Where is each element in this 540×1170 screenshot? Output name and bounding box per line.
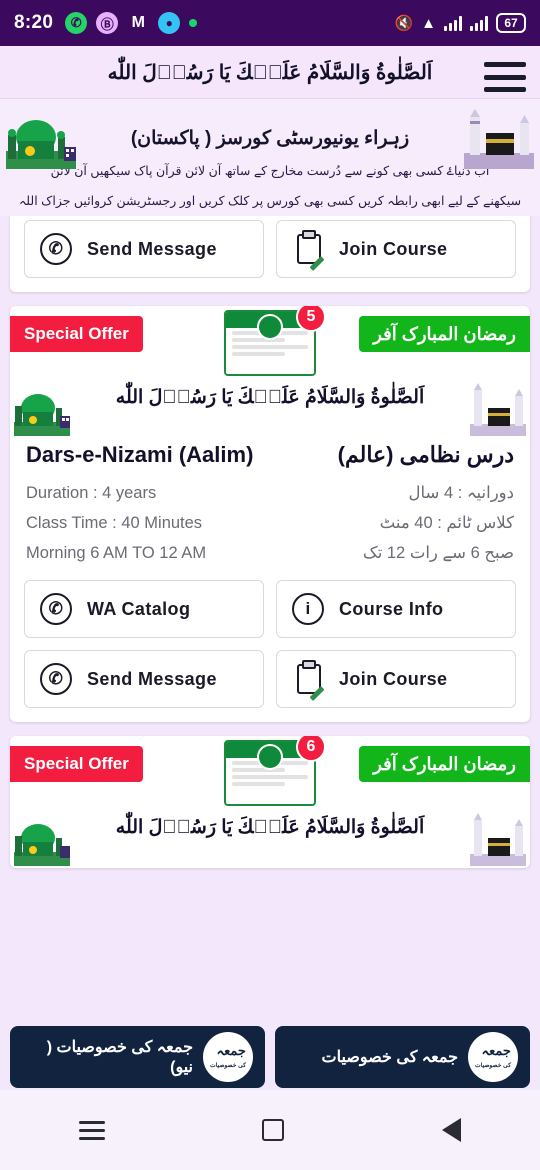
kaaba-icon bbox=[470, 383, 526, 436]
button-label: WA Catalog bbox=[87, 598, 191, 619]
gmail-icon: M bbox=[131, 14, 145, 31]
page-title: اَلصَّلٰوةُ وَالسَّلَامُ عَلَيۡكَ يَا رَ… bbox=[107, 62, 433, 84]
jumma-seal-icon: جمعہ کی خصوصیات bbox=[203, 1032, 253, 1082]
course-number-badge: 6 bbox=[296, 736, 326, 762]
send-message-button[interactable]: ✆ Send Message bbox=[24, 650, 264, 708]
mosque-icon bbox=[14, 824, 70, 866]
status-system-icons: 🔇 ▲ 67 bbox=[394, 13, 526, 33]
ramadan-offer-badge: رمضان المبارک آفر bbox=[359, 746, 530, 782]
mosque-icon bbox=[14, 394, 70, 436]
course-thumbnail[interactable]: 5 bbox=[224, 306, 326, 376]
button-label: Join Course bbox=[339, 668, 448, 689]
kaaba-icon bbox=[464, 109, 534, 169]
bottom-action-bar: جمعہ کی خصوصیات جمعہ کی خصوصیات ( نیو) ج… bbox=[0, 1024, 540, 1090]
app-header: اَلصَّلٰوةُ وَالسَّلَامُ عَلَيۡكَ يَا رَ… bbox=[0, 46, 540, 99]
status-notification-icons: ✆ Ⓑ M ● bbox=[65, 12, 198, 34]
whatsapp-icon: ✆ bbox=[39, 592, 73, 626]
info-icon: i bbox=[291, 592, 325, 626]
course-seal-icon bbox=[257, 314, 283, 340]
button-label: Send Message bbox=[87, 238, 217, 259]
card-offer-row: Special Offer رمضان المبارک آفر 5 bbox=[10, 306, 530, 380]
card-actions: ✆ WA Catalog i Course Info ✆ Send Messag… bbox=[10, 568, 530, 722]
course-list[interactable]: ✆ Send Message Join Course Special Offer… bbox=[0, 216, 540, 1024]
button-label: Course Info bbox=[339, 598, 444, 619]
button-label: Join Course bbox=[339, 238, 448, 259]
info-ur: دورانیہ : 4 سال bbox=[408, 484, 515, 502]
seal-title: جمعہ bbox=[216, 1043, 246, 1058]
hamburger-icon[interactable] bbox=[484, 62, 526, 92]
wifi-icon: ▲ bbox=[421, 14, 436, 32]
b-app-icon: Ⓑ bbox=[96, 12, 119, 34]
signal-1-icon bbox=[444, 15, 462, 31]
android-navbar bbox=[0, 1090, 540, 1170]
info-en: Morning 6 AM TO 12 AM bbox=[26, 543, 207, 562]
status-time: 8:20 bbox=[14, 12, 54, 33]
seal-sub: کی خصوصیات bbox=[475, 1063, 511, 1069]
button-label: Send Message bbox=[87, 668, 217, 689]
card-durood-row: اَلصَّلٰوةُ وَالسَّلَامُ عَلَيۡكَ يَا رَ… bbox=[10, 380, 530, 438]
course-info-button[interactable]: i Course Info bbox=[276, 580, 516, 638]
course-thumbnail[interactable]: 6 bbox=[224, 736, 326, 806]
button-label: جمعہ کی خصوصیات bbox=[321, 1049, 458, 1066]
seal-sub: کی خصوصیات bbox=[210, 1063, 246, 1069]
kaaba-icon bbox=[470, 813, 526, 866]
whatsapp-icon: ✆ bbox=[39, 232, 73, 266]
course-seal-icon bbox=[257, 744, 283, 770]
home-icon[interactable] bbox=[262, 1119, 285, 1141]
special-offer-badge: Special Offer bbox=[10, 746, 143, 782]
card-durood-text: اَلصَّلٰوةُ وَالسَّلَامُ عَلَيۡكَ يَا رَ… bbox=[115, 387, 425, 408]
course-info-duration: Duration : 4 years دورانیہ : 4 سال bbox=[10, 478, 530, 508]
card-actions: ✆ Send Message Join Course bbox=[10, 216, 530, 292]
course-info-timing: Morning 6 AM TO 12 AM صبح 6 سے رات 12 تک bbox=[10, 538, 530, 568]
recents-icon[interactable] bbox=[78, 1120, 105, 1140]
whatsapp-icon: ✆ bbox=[39, 662, 73, 696]
clipboard-icon bbox=[291, 660, 325, 701]
card-durood-text: اَلصَّلٰوةُ وَالسَّلَامُ عَلَيۡكَ يَا رَ… bbox=[115, 817, 425, 838]
mute-icon: 🔇 bbox=[394, 15, 414, 32]
course-card-dars-e-nizami: Special Offer رمضان المبارک آفر 5 اَلصَّ… bbox=[10, 306, 530, 722]
back-icon[interactable] bbox=[442, 1118, 462, 1142]
course-info-class-time: Class Time : 40 Minutes کلاس ٹائم : 40 م… bbox=[10, 508, 530, 538]
mosque-icon bbox=[6, 120, 76, 169]
banner-title: زہراء یونیورسٹی کورسز ( پاکستان) bbox=[130, 128, 410, 149]
signal-2-icon bbox=[470, 15, 488, 31]
course-title-ur: درس نظامی (عالم) bbox=[337, 442, 514, 467]
clipboard-icon bbox=[291, 230, 325, 271]
info-ur: صبح 6 سے رات 12 تک bbox=[362, 544, 514, 562]
green-dot-icon bbox=[189, 19, 198, 27]
jumma-features-new-button[interactable]: جمعہ کی خصوصیات جمعہ کی خصوصیات ( نیو) bbox=[10, 1026, 265, 1088]
send-message-button[interactable]: ✆ Send Message bbox=[24, 220, 264, 278]
card-durood-row: اَلصَّلٰوةُ وَالسَّلَامُ عَلَيۡكَ يَا رَ… bbox=[10, 810, 530, 868]
course-number-badge: 5 bbox=[296, 306, 326, 332]
whatsapp-icon: ✆ bbox=[65, 12, 88, 34]
ramadan-offer-badge: رمضان المبارک آفر bbox=[359, 316, 530, 352]
course-title-en: Dars-e-Nizami (Aalim) bbox=[26, 442, 254, 467]
info-en: Class Time : 40 Minutes bbox=[26, 513, 203, 532]
card-offer-row: Special Offer رمضان المبارک آفر 6 bbox=[10, 736, 530, 810]
seal-title: جمعہ bbox=[481, 1043, 511, 1058]
course-card-partial-bottom: Special Offer رمضان المبارک آفر 6 اَلصَّ… bbox=[10, 736, 530, 868]
join-course-button[interactable]: Join Course bbox=[276, 220, 516, 278]
status-bar: 8:20 ✆ Ⓑ M ● 🔇 ▲ 67 bbox=[0, 0, 540, 46]
jumma-features-button[interactable]: جمعہ کی خصوصیات جمعہ کی خصوصیات bbox=[275, 1026, 530, 1088]
info-en: Duration : 4 years bbox=[26, 483, 157, 502]
special-offer-badge: Special Offer bbox=[10, 316, 143, 352]
jumma-seal-icon: جمعہ کی خصوصیات bbox=[468, 1032, 518, 1082]
messenger-icon: ● bbox=[158, 12, 181, 34]
info-ur: کلاس ٹائم : 40 منٹ bbox=[379, 514, 514, 532]
join-course-button[interactable]: Join Course bbox=[276, 650, 516, 708]
course-card-partial-top: ✆ Send Message Join Course bbox=[10, 216, 530, 292]
banner-subtitle-line1: اب دُنیاۓ کسی بھی کونے سے دُرست مخارج کے… bbox=[50, 164, 490, 178]
wa-catalog-button[interactable]: ✆ WA Catalog bbox=[24, 580, 264, 638]
card-title-row: Dars-e-Nizami (Aalim) درس نظامی (عالم) bbox=[10, 438, 530, 478]
battery-indicator: 67 bbox=[496, 13, 526, 33]
button-label: جمعہ کی خصوصیات ( نیو) bbox=[46, 1039, 193, 1076]
